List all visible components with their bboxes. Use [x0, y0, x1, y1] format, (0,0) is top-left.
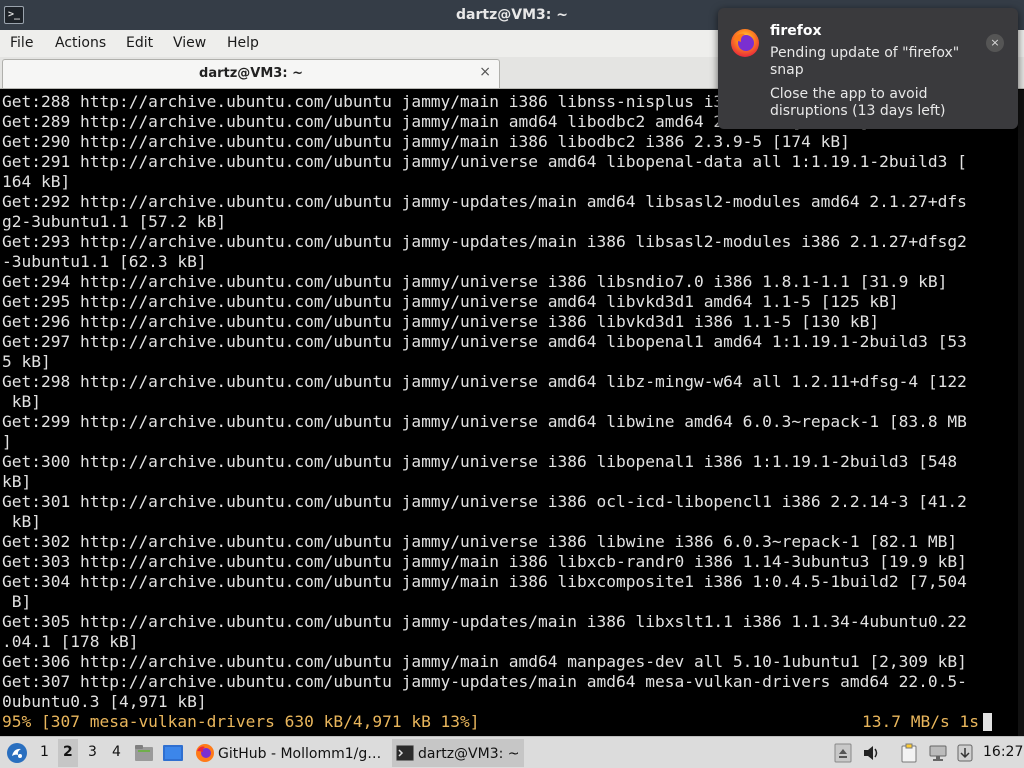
terminal-line: Get:299 http://archive.ubuntu.com/ubuntu…	[2, 412, 967, 431]
terminal-line: Get:304 http://archive.ubuntu.com/ubuntu…	[2, 572, 967, 591]
terminal-line: Get:291 http://archive.ubuntu.com/ubuntu…	[2, 152, 967, 171]
menu-edit[interactable]: Edit	[126, 35, 153, 51]
terminal-line: Get:306 http://archive.ubuntu.com/ubuntu…	[2, 652, 967, 671]
terminal-line: Get:307 http://archive.ubuntu.com/ubuntu…	[2, 672, 967, 691]
menu-file[interactable]: File	[10, 35, 33, 51]
terminal-line: Get:302 http://archive.ubuntu.com/ubuntu…	[2, 532, 958, 551]
terminal-line: Get:300 http://archive.ubuntu.com/ubuntu…	[2, 452, 958, 471]
firefox-icon	[731, 29, 759, 57]
clock[interactable]: 16:27	[983, 744, 1023, 760]
terminal-line: ]	[2, 432, 12, 451]
terminal-line: Get:301 http://archive.ubuntu.com/ubuntu…	[2, 492, 967, 511]
terminal-line: 5 kB]	[2, 352, 51, 371]
workspace-1[interactable]: 1	[40, 744, 49, 760]
download-speed: 13.7 MB/s 1s	[862, 712, 979, 731]
terminal-line: Get:297 http://archive.ubuntu.com/ubuntu…	[2, 332, 967, 351]
eject-icon[interactable]	[834, 743, 852, 763]
menu-help[interactable]: Help	[227, 35, 259, 51]
terminal-icon	[396, 745, 414, 761]
workspace-3[interactable]: 3	[88, 744, 97, 760]
show-desktop-icon[interactable]	[162, 744, 184, 762]
terminal-line: kB]	[2, 472, 32, 491]
terminal-line: B]	[2, 592, 32, 611]
terminal-line: Get:294 http://archive.ubuntu.com/ubuntu…	[2, 272, 948, 291]
terminal-line: Get:295 http://archive.ubuntu.com/ubuntu…	[2, 292, 899, 311]
start-menu-icon[interactable]	[6, 742, 28, 764]
terminal-line: .04.1 [178 kB]	[2, 632, 139, 651]
notification-close-icon[interactable]: ×	[986, 34, 1004, 52]
terminal-line: Get:305 http://archive.ubuntu.com/ubuntu…	[2, 612, 967, 631]
terminal-output[interactable]: Get:288 http://archive.ubuntu.com/ubuntu…	[0, 90, 1024, 736]
taskbar-item-firefox[interactable]: GitHub - Mollomm1/g…	[192, 739, 388, 767]
notification-message: Pending update of "firefox" snap	[770, 45, 960, 78]
workspace-2[interactable]: 2	[63, 744, 73, 760]
notification-detail: Close the app to avoid disruptions (13 d…	[770, 86, 946, 119]
terminal-line: kB]	[2, 392, 41, 411]
terminal-line: Get:298 http://archive.ubuntu.com/ubuntu…	[2, 372, 967, 391]
firefox-icon	[196, 744, 214, 762]
terminal-line: 0ubuntu0.3 [4,971 kB]	[2, 692, 207, 711]
menu-actions[interactable]: Actions	[55, 35, 106, 51]
notification-title: firefox	[770, 23, 822, 39]
updates-icon[interactable]	[956, 743, 974, 763]
terminal-line: Get:296 http://archive.ubuntu.com/ubuntu…	[2, 312, 880, 331]
update-notification[interactable]: firefox Pending update of "firefox" snap…	[718, 8, 1018, 129]
terminal-line: kB]	[2, 512, 41, 531]
file-manager-icon[interactable]	[134, 744, 154, 762]
progress-status: 95% [307 mesa-vulkan-drivers 630 kB/4,97…	[2, 712, 480, 731]
taskbar-item-label: GitHub - Mollomm1/g…	[218, 746, 382, 762]
terminal-line: Get:303 http://archive.ubuntu.com/ubuntu…	[2, 552, 967, 571]
volume-icon[interactable]	[862, 744, 882, 762]
clipboard-icon[interactable]	[900, 743, 918, 763]
tab-close-icon[interactable]: ×	[479, 64, 491, 80]
taskbar-item-label: dartz@VM3: ~	[418, 746, 520, 762]
terminal-line: Get:292 http://archive.ubuntu.com/ubuntu…	[2, 192, 967, 211]
terminal-line: g2-3ubuntu1.1 [57.2 kB]	[2, 212, 227, 231]
terminal-line: -3ubuntu1.1 [62.3 kB]	[2, 252, 207, 271]
terminal-tab[interactable]: dartz@VM3: ~ ×	[2, 59, 500, 88]
terminal-line: Get:293 http://archive.ubuntu.com/ubuntu…	[2, 232, 967, 251]
menu-view[interactable]: View	[173, 35, 206, 51]
terminal-line: Get:290 http://archive.ubuntu.com/ubuntu…	[2, 132, 850, 151]
terminal-line: 164 kB]	[2, 172, 71, 191]
network-icon[interactable]	[928, 744, 948, 762]
terminal-scrollbar[interactable]	[1018, 90, 1024, 736]
tab-label: dartz@VM3: ~	[199, 66, 303, 81]
workspace-4[interactable]: 4	[112, 744, 121, 760]
taskbar: 1 2 3 4 GitHub - Mollomm1/g… dartz@VM3: …	[0, 736, 1024, 768]
taskbar-item-terminal[interactable]: dartz@VM3: ~	[392, 739, 524, 767]
terminal-cursor	[983, 713, 992, 731]
